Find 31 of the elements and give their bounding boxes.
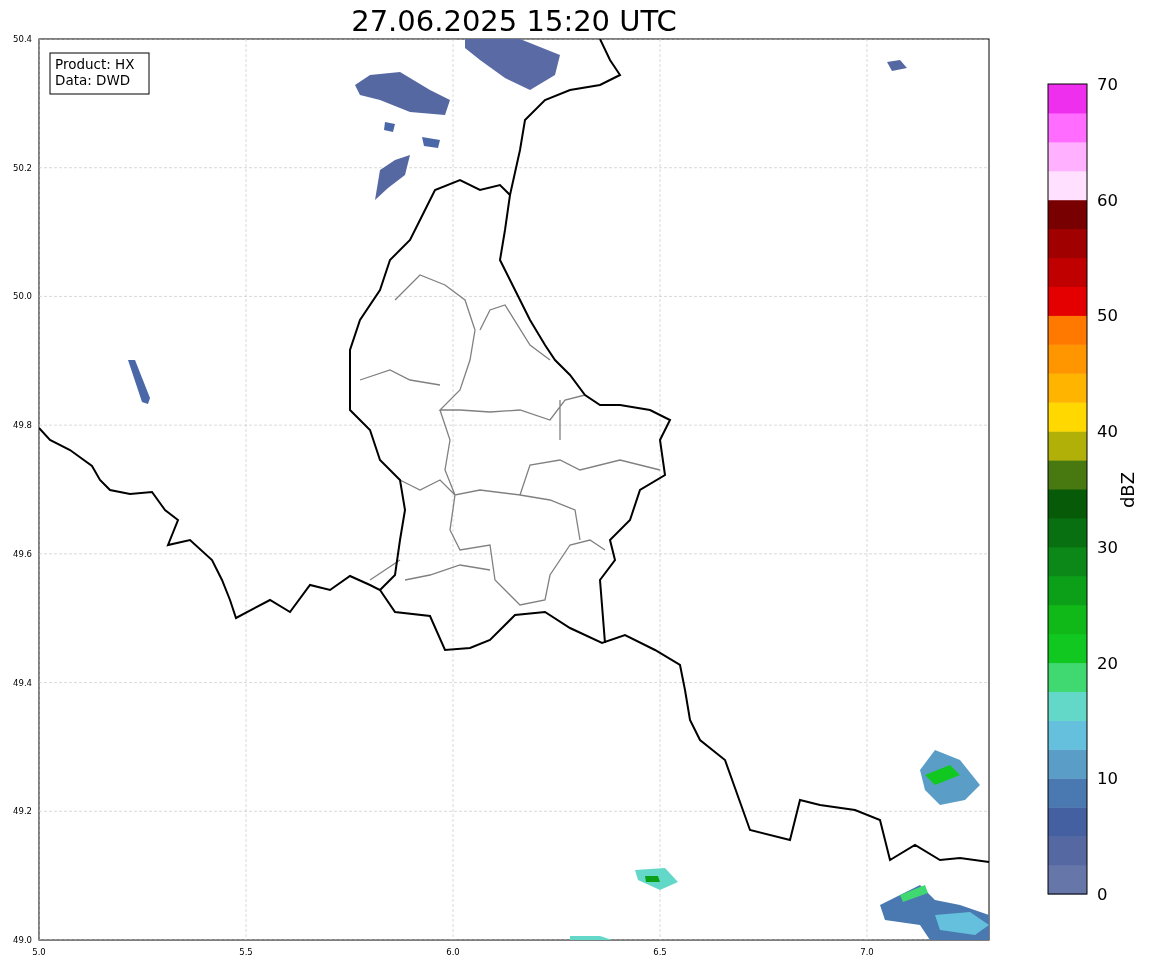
radar-echo	[422, 137, 440, 148]
colorbar-tick-label: 30	[1097, 537, 1118, 557]
radar-echo	[375, 155, 410, 200]
colorbar-tick-label: 60	[1097, 190, 1118, 210]
colorbar-label: dBZ	[1117, 471, 1138, 509]
colorbar-tick-label: 0	[1097, 885, 1108, 904]
y-tick-label: 50.2	[13, 162, 32, 173]
legend-text: Data: DWD	[55, 72, 131, 88]
y-tick-label: 49.2	[13, 806, 32, 817]
y-tick-label: 49.6	[13, 548, 32, 559]
colorbar-tick-label: 20	[1097, 653, 1118, 673]
radar-echo	[128, 360, 150, 404]
chart-title: 27.06.2025 15:20 UTC	[351, 4, 677, 38]
y-tick-label: 50.0	[13, 291, 32, 302]
radar-echo	[570, 936, 612, 940]
x-tick-label: 6.5	[653, 947, 667, 957]
radar-echo	[384, 122, 395, 132]
x-tick-label: 5.5	[239, 947, 253, 957]
colorbar-tick-label: 70	[1097, 75, 1118, 94]
y-tick-label: 49.4	[13, 677, 32, 688]
y-tick-label: 49.8	[13, 420, 32, 431]
colorbar-tick-label: 10	[1097, 769, 1118, 789]
y-tick-label: 49.0	[13, 935, 32, 945]
legend-text: Product: HX	[55, 56, 135, 72]
y-tick-label: 50.4	[13, 34, 32, 44]
colorbar-tick-label: 40	[1097, 422, 1118, 442]
radar-echo	[887, 60, 907, 71]
x-tick-label: 7.0	[860, 947, 874, 957]
colorbar-tick-label: 50	[1097, 306, 1118, 326]
x-tick-label: 6.0	[446, 947, 460, 957]
x-tick-label: 5.0	[32, 947, 46, 957]
